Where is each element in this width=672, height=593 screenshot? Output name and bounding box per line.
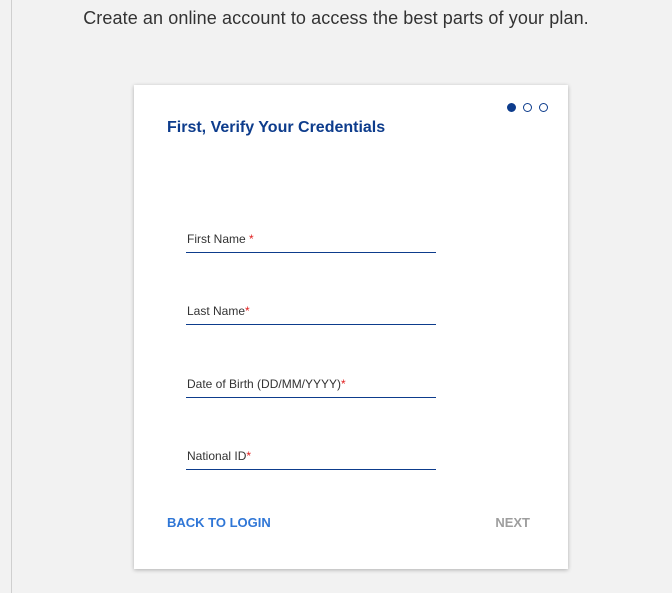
last-name-label: Last Name* [187, 304, 250, 318]
step-indicator [507, 103, 548, 112]
next-button[interactable]: NEXT [495, 515, 530, 530]
last-name-field[interactable]: Last Name* [186, 302, 436, 325]
signup-card: First, Verify Your Credentials First Nam… [134, 85, 568, 569]
step-dot-2 [523, 103, 532, 112]
date-of-birth-field[interactable]: Date of Birth (DD/MM/YYYY)* [186, 375, 436, 398]
step-dot-1-active [507, 103, 516, 112]
first-name-label: First Name * [187, 232, 254, 246]
required-marker: * [249, 232, 254, 246]
required-marker: * [245, 304, 250, 318]
page-heading: Create an online account to access the b… [83, 8, 589, 28]
national-id-label: National ID* [187, 449, 252, 463]
back-to-login-button[interactable]: BACK TO LOGIN [167, 515, 271, 530]
first-name-field[interactable]: First Name * [186, 230, 436, 253]
required-marker: * [246, 449, 252, 463]
step-dot-3 [539, 103, 548, 112]
page-left-border [11, 0, 12, 593]
card-title: First, Verify Your Credentials [167, 119, 386, 136]
date-of-birth-label: Date of Birth (DD/MM/YYYY)* [187, 377, 346, 391]
required-marker: * [341, 377, 346, 391]
national-id-field[interactable]: National ID* [186, 447, 436, 470]
